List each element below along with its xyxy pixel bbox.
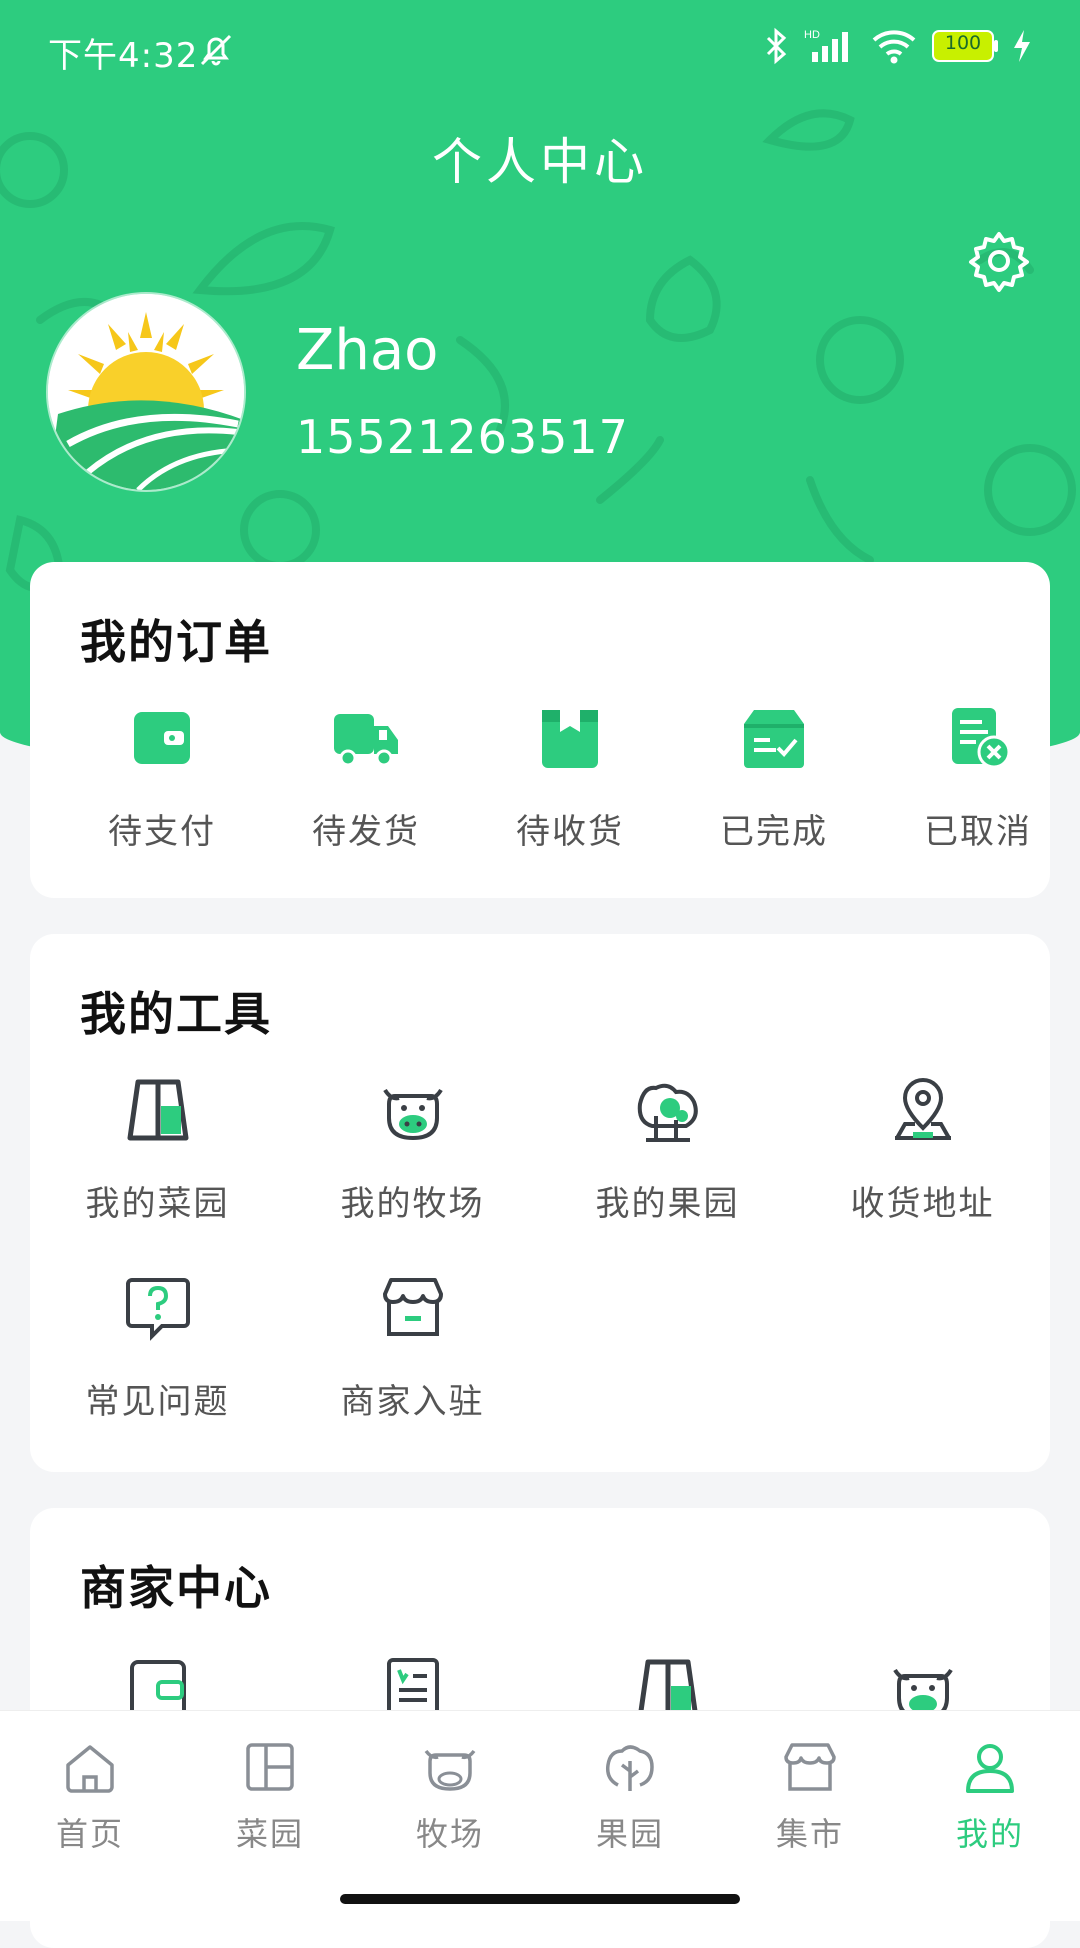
tool-label: 常见问题 — [85, 1382, 230, 1422]
tool-shipping-address[interactable]: 收货地址 — [795, 1076, 1050, 1246]
farm-sun-logo — [48, 294, 244, 490]
home-icon — [66, 1745, 114, 1793]
tool-label: 我的牧场 — [340, 1184, 485, 1224]
tool-faq[interactable]: 常见问题 — [30, 1274, 285, 1444]
order-label: 待支付 — [108, 812, 216, 852]
bluetooth-icon — [766, 27, 787, 65]
home-indicator[interactable] — [340, 1894, 740, 1904]
order-completed[interactable]: 已完成 — [672, 704, 876, 864]
storefront-icon — [784, 1743, 836, 1791]
mute-bell-icon — [200, 34, 232, 66]
bottom-tab-bar: 首页 菜园 牧场 果园 集市 我的 — [0, 1710, 1080, 1921]
user-phone: 15521263517 — [296, 410, 629, 464]
settings-gear-icon[interactable] — [966, 228, 1032, 294]
battery-indicator: 100 — [932, 30, 998, 62]
tab-label: 我的 — [955, 1815, 1024, 1853]
storefront-icon — [383, 1278, 443, 1336]
question-bubble-icon — [126, 1278, 190, 1341]
tab-label: 牧场 — [415, 1815, 484, 1853]
status-time: 下午4:32 — [48, 36, 199, 76]
tab-home[interactable]: 首页 — [0, 1739, 180, 1859]
order-label: 待发货 — [312, 812, 420, 852]
tool-my-garden[interactable]: 我的菜园 — [30, 1076, 285, 1246]
fruit-tree-icon — [637, 1083, 698, 1142]
tools-title: 我的工具 — [80, 987, 272, 1041]
merchant-title: 商家中心 — [80, 1561, 272, 1615]
truck-icon — [334, 714, 398, 767]
tool-label: 我的果园 — [595, 1184, 740, 1224]
charging-icon — [1014, 30, 1030, 62]
wifi-icon — [872, 30, 916, 64]
tree-icon — [605, 1745, 654, 1791]
document-cancel-icon — [952, 708, 1011, 769]
tab-label: 果园 — [595, 1815, 664, 1853]
box-check-icon — [744, 710, 804, 768]
svg-text:HD: HD — [804, 29, 820, 41]
tab-ranch[interactable]: 牧场 — [360, 1739, 540, 1859]
tab-mine[interactable]: 我的 — [900, 1739, 1080, 1859]
cow-icon — [383, 1088, 443, 1141]
package-icon — [542, 710, 598, 768]
location-pin-icon — [895, 1078, 951, 1140]
orders-title: 我的订单 — [80, 615, 272, 669]
garden-plot-icon — [246, 1743, 294, 1791]
tool-label: 商家入驻 — [340, 1382, 485, 1422]
tool-label: 收货地址 — [850, 1184, 995, 1224]
order-pending-shipment[interactable]: 待发货 — [264, 704, 468, 864]
garden-plot-icon — [127, 1079, 189, 1141]
user-name: Zhao — [296, 318, 439, 383]
avatar[interactable] — [48, 294, 244, 490]
signal-icon: HD — [804, 29, 848, 62]
page-title: 个人中心 — [432, 133, 648, 191]
order-pending-payment[interactable]: 待支付 — [60, 704, 264, 864]
my-tools-card: 我的工具 我的菜园 我的牧场 我的果园 收货地址 常见问题 商家入驻 — [30, 934, 1050, 1472]
status-bar: 下午4:32 HD 100 — [0, 0, 1080, 100]
order-cancelled[interactable]: 已取消 — [876, 704, 1080, 864]
tool-my-orchard[interactable]: 我的果园 — [540, 1076, 795, 1246]
order-label: 待收货 — [516, 812, 624, 852]
tool-my-ranch[interactable]: 我的牧场 — [285, 1076, 540, 1246]
wallet-icon — [134, 712, 190, 764]
tab-label: 菜园 — [235, 1815, 304, 1853]
tab-label: 集市 — [775, 1815, 844, 1853]
order-label: 已取消 — [924, 812, 1032, 852]
tab-garden[interactable]: 菜园 — [180, 1739, 360, 1859]
battery-level: 100 — [944, 32, 982, 54]
order-label: 已完成 — [720, 812, 828, 852]
cow-icon — [424, 1749, 476, 1791]
tool-label: 我的菜园 — [85, 1184, 230, 1224]
tab-market[interactable]: 集市 — [720, 1739, 900, 1859]
tab-label: 首页 — [55, 1815, 124, 1853]
order-pending-receipt[interactable]: 待收货 — [468, 704, 672, 864]
user-icon — [966, 1744, 1014, 1793]
tool-merchant-signup[interactable]: 商家入驻 — [285, 1274, 540, 1444]
my-orders-card: 我的订单 待支付 待发货 待收货 已完成 已取消 — [30, 562, 1050, 898]
tab-orchard[interactable]: 果园 — [540, 1739, 720, 1859]
